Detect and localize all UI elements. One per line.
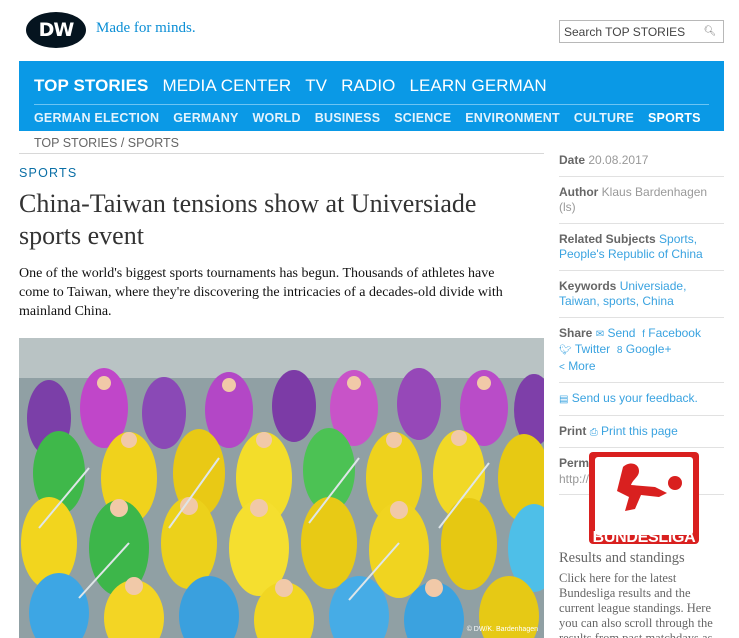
twitter-icon: 🐦︎ bbox=[559, 345, 572, 356]
print-row: Print ⎙ Print this page bbox=[559, 421, 724, 448]
subnav-sports[interactable]: SPORTS bbox=[648, 111, 701, 125]
keyword-universiade[interactable]: Universiade, bbox=[620, 279, 687, 293]
nav-media-center[interactable]: MEDIA CENTER bbox=[162, 76, 291, 96]
bundesliga-wordmark: BUNDESLIGA bbox=[592, 529, 696, 546]
dw-logo[interactable]: DW bbox=[26, 12, 86, 48]
date-label: Date bbox=[559, 153, 586, 167]
share-more[interactable]: More bbox=[568, 359, 595, 373]
subnav-world[interactable]: WORLD bbox=[253, 111, 301, 125]
meta-author: Author Klaus Bardenhagen (ls) bbox=[559, 182, 724, 224]
search-input[interactable] bbox=[560, 24, 700, 39]
share-facebook[interactable]: Facebook bbox=[648, 326, 701, 340]
keywords-label: Keywords bbox=[559, 278, 617, 293]
nav-tv[interactable]: TV bbox=[305, 76, 327, 96]
mail-icon: ✉ bbox=[595, 328, 605, 340]
print-icon: ⎙ bbox=[589, 426, 598, 438]
share-more-icon: < bbox=[559, 361, 565, 373]
results-body: Click here for the latest Bundesliga res… bbox=[559, 571, 713, 638]
share-google-plus[interactable]: Google+ bbox=[626, 342, 672, 356]
article-category[interactable]: SPORTS bbox=[19, 166, 77, 180]
related-link-china[interactable]: People's Republic of China bbox=[559, 247, 703, 261]
breadcrumb-top-stories[interactable]: TOP STORIES bbox=[34, 136, 117, 150]
share-send[interactable]: Send bbox=[607, 326, 635, 340]
bundesliga-plate bbox=[595, 457, 693, 535]
subnav-culture[interactable]: CULTURE bbox=[574, 111, 634, 125]
meta-share: Share ✉ Send f Facebook 🐦︎ Twitter 8 Goo… bbox=[559, 323, 724, 383]
slogan: Made for minds. bbox=[96, 20, 196, 36]
bundesliga-player-icon bbox=[617, 463, 682, 511]
keyword-china[interactable]: China bbox=[642, 294, 673, 308]
article-sidebar: Date 20.08.2017 Author Klaus Bardenhagen… bbox=[559, 150, 724, 500]
breadcrumb-sports[interactable]: SPORTS bbox=[128, 136, 179, 150]
breadcrumb-divider bbox=[19, 153, 544, 154]
print-link[interactable]: Print this page bbox=[601, 424, 678, 438]
main-navigation: TOP STORIES MEDIA CENTER TV RADIO LEARN … bbox=[19, 61, 724, 131]
feedback-link[interactable]: Send us your feedback. bbox=[572, 391, 698, 405]
article-title: China-Taiwan tensions show at Universiad… bbox=[19, 189, 477, 250]
share-twitter[interactable]: Twitter bbox=[575, 342, 610, 356]
subnav-germany[interactable]: GERMANY bbox=[173, 111, 238, 125]
meta-keywords: Keywords Universiade, Taiwan, sports, Ch… bbox=[559, 276, 724, 318]
breadcrumb: TOP STORIES / SPORTS bbox=[34, 136, 179, 150]
meta-related-subjects: Related Subjects Sports, People's Republ… bbox=[559, 229, 724, 271]
feedback-row: ▤ Send us your feedback. bbox=[559, 388, 724, 416]
article-intro: One of the world's biggest sports tourna… bbox=[19, 266, 503, 319]
feedback-icon: ▤ bbox=[559, 394, 569, 405]
author-label: Author bbox=[559, 184, 599, 199]
facebook-icon: f bbox=[642, 328, 645, 340]
print-label: Print bbox=[559, 423, 587, 438]
date-value: 20.08.2017 bbox=[588, 153, 649, 167]
subnav-science[interactable]: SCIENCE bbox=[394, 111, 451, 125]
nav-main-menu: TOP STORIES MEDIA CENTER TV RADIO LEARN … bbox=[34, 76, 547, 96]
keyword-sports[interactable]: sports, bbox=[603, 294, 639, 308]
performers-illustration bbox=[19, 338, 544, 638]
photo-credit: © DW/K. Bardenhagen bbox=[466, 626, 538, 633]
breadcrumb-separator: / bbox=[117, 136, 128, 150]
meta-date: Date 20.08.2017 bbox=[559, 150, 724, 177]
article-photo[interactable]: © DW/K. Bardenhagen bbox=[19, 338, 544, 638]
subnav-business[interactable]: BUSINESS bbox=[315, 111, 381, 125]
logo-text: DW bbox=[38, 19, 75, 41]
search-icon[interactable]: 🔍︎ bbox=[700, 26, 720, 37]
related-label: Related Subjects bbox=[559, 231, 656, 246]
nav-sub-menu: GERMAN ELECTION GERMANY WORLD BUSINESS S… bbox=[34, 111, 701, 125]
results-title[interactable]: Results and standings bbox=[559, 550, 685, 567]
nav-learn-german[interactable]: LEARN GERMAN bbox=[409, 76, 546, 96]
nav-radio[interactable]: RADIO bbox=[341, 76, 395, 96]
related-link-sports[interactable]: Sports, bbox=[659, 232, 697, 246]
nav-top-stories[interactable]: TOP STORIES bbox=[34, 76, 148, 96]
google-plus-icon: 8 bbox=[616, 345, 623, 356]
subnav-environment[interactable]: ENVIRONMENT bbox=[465, 111, 560, 125]
subnav-german-election[interactable]: GERMAN ELECTION bbox=[34, 111, 159, 125]
search-box[interactable]: 🔍︎ bbox=[559, 20, 724, 43]
nav-divider bbox=[34, 104, 709, 105]
share-label: Share bbox=[559, 325, 593, 340]
keyword-taiwan[interactable]: Taiwan, bbox=[559, 294, 600, 308]
